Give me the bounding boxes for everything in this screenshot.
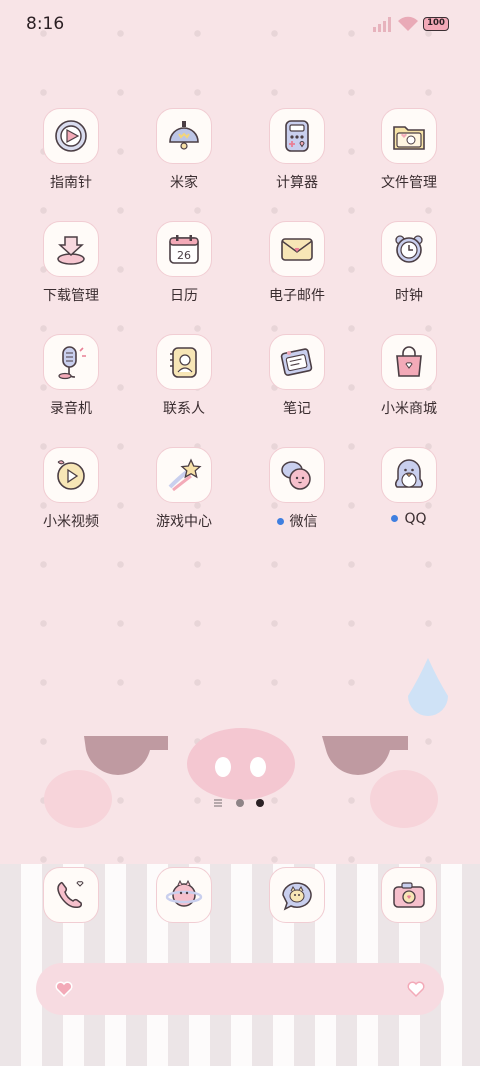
qq-penguin-icon	[394, 459, 424, 488]
shooting-star-icon	[168, 458, 202, 492]
app-label: 录音机	[50, 401, 92, 417]
app-clock[interactable]: 时钟	[359, 221, 459, 305]
app-label: 游戏中心	[156, 514, 212, 530]
wallpaper-pig-illustration	[44, 658, 448, 828]
app-tile[interactable]	[43, 221, 99, 277]
shop-bag-icon	[396, 346, 422, 377]
app-label-text: QQ	[404, 511, 427, 527]
app-contacts[interactable]: 联系人	[134, 334, 234, 418]
app-label: 下载管理	[43, 288, 99, 304]
page-indicator[interactable]	[212, 796, 272, 810]
app-label: 笔记	[283, 401, 311, 417]
video-play-icon	[57, 460, 85, 490]
app-label-text: 微信	[289, 514, 318, 530]
app-tile[interactable]	[156, 867, 212, 923]
heart-right-icon	[407, 981, 425, 998]
search-bar[interactable]	[36, 963, 444, 1015]
app-label: 微信	[247, 511, 347, 531]
app-notes[interactable]: 笔记	[247, 334, 347, 418]
app-calculator[interactable]: 计算器	[247, 108, 347, 192]
app-tile[interactable]	[269, 447, 325, 503]
app-tile[interactable]	[43, 867, 99, 923]
app-calendar[interactable]: 26 日历	[134, 221, 234, 305]
page-list-icon	[214, 799, 222, 807]
app-file-manager[interactable]: 文件管理	[359, 108, 459, 192]
contacts-icon	[170, 347, 197, 378]
recorder-icon	[58, 346, 86, 380]
folder-icon	[393, 126, 425, 150]
dock-app-camera[interactable]	[359, 867, 459, 923]
app-email[interactable]: 电子邮件	[247, 221, 347, 305]
calendar-icon: 26	[169, 235, 199, 264]
notes-icon	[280, 348, 313, 376]
app-label: 时钟	[395, 288, 423, 304]
app-tile[interactable]: 26	[156, 221, 212, 277]
app-label: 计算器	[276, 175, 318, 191]
new-badge-dot	[276, 517, 284, 525]
compass-icon	[55, 120, 87, 152]
app-label: 日历	[170, 288, 198, 304]
calculator-icon	[285, 120, 309, 152]
app-tile[interactable]	[269, 867, 325, 923]
app-tile[interactable]	[156, 108, 212, 164]
cellular-signal-icon	[373, 17, 391, 32]
status-bar: 8:16 100	[0, 0, 480, 50]
app-qq[interactable]: QQ	[359, 447, 459, 527]
app-label: 联系人	[163, 401, 205, 417]
app-tile[interactable]	[381, 108, 437, 164]
browser-planet-icon	[165, 879, 203, 907]
app-tile[interactable]	[156, 447, 212, 503]
mijia-icon	[169, 121, 199, 150]
messages-icon	[282, 882, 312, 911]
page-dot-current	[256, 799, 264, 807]
dock-app-messages[interactable]	[247, 867, 347, 923]
app-tile[interactable]	[381, 867, 437, 923]
app-tile[interactable]	[381, 447, 437, 503]
wifi-icon	[398, 16, 418, 31]
mail-icon	[281, 238, 313, 261]
dock-app-phone[interactable]	[21, 867, 121, 923]
app-recorder[interactable]: 录音机	[21, 334, 121, 418]
new-badge-dot	[391, 514, 399, 522]
app-tile[interactable]	[156, 334, 212, 390]
app-tile[interactable]	[269, 108, 325, 164]
app-label: 指南针	[50, 175, 92, 191]
status-time: 8:16	[26, 14, 65, 34]
dock-app-browser[interactable]	[134, 867, 234, 923]
app-mi-store[interactable]: 小米商城	[359, 334, 459, 418]
app-game-center[interactable]: 游戏中心	[134, 447, 234, 531]
app-label: QQ	[359, 511, 459, 527]
app-mi-video[interactable]: 小米视频	[21, 447, 121, 531]
app-label: 小米视频	[43, 514, 99, 530]
app-download-manager[interactable]: 下载管理	[21, 221, 121, 305]
app-tile[interactable]	[43, 447, 99, 503]
app-wechat[interactable]: 微信	[247, 447, 347, 531]
app-compass[interactable]: 指南针	[21, 108, 121, 192]
app-tile[interactable]	[269, 221, 325, 277]
app-tile[interactable]	[381, 221, 437, 277]
app-label: 电子邮件	[269, 288, 325, 304]
app-tile[interactable]	[381, 334, 437, 390]
app-mijia[interactable]: 米家	[134, 108, 234, 192]
camera-icon	[393, 882, 425, 908]
clock-icon	[395, 235, 423, 263]
app-tile[interactable]	[43, 334, 99, 390]
page-dot	[236, 799, 244, 807]
wechat-icon	[281, 461, 311, 490]
app-label: 米家	[170, 175, 198, 191]
app-label: 文件管理	[381, 175, 437, 191]
heart-left-icon	[55, 981, 73, 998]
app-label: 小米商城	[381, 401, 437, 417]
battery-indicator: 100	[423, 17, 449, 31]
app-tile[interactable]	[43, 108, 99, 164]
download-icon	[57, 236, 85, 265]
phone-icon	[57, 881, 84, 909]
app-tile[interactable]	[269, 334, 325, 390]
calendar-day: 26	[177, 249, 191, 262]
